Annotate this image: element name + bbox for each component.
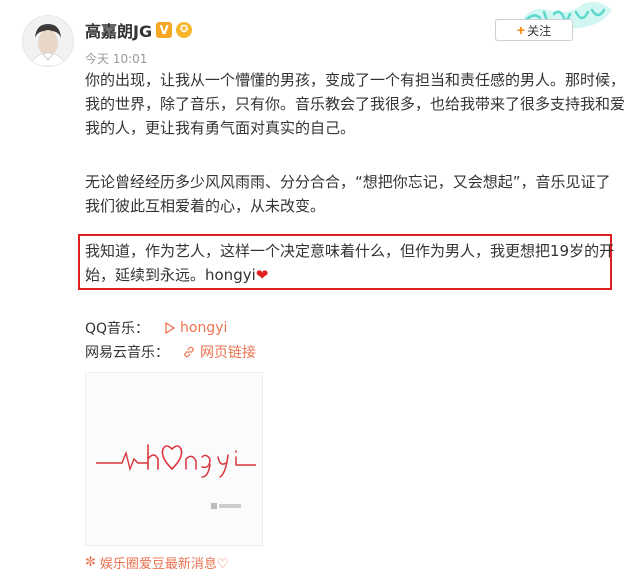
post-time[interactable]: 今天 10:01 (85, 50, 147, 67)
link-icon (184, 346, 194, 358)
verified-badge-icon: V (156, 22, 173, 38)
post-paragraph-3-wrapper: 我知道，作为艺人，这样一个决定意味着什么，但作为男人，我更想把19岁的开始，延续… (85, 239, 625, 287)
qq-music-link[interactable]: hongyi (165, 320, 227, 336)
qq-music-label: QQ音乐： (85, 321, 150, 337)
follow-button[interactable]: + 关注 (495, 19, 573, 41)
plus-icon: + (516, 22, 526, 38)
heart-icon: ❤ (255, 266, 269, 284)
netease-music-link-text: 网页链接 (200, 345, 256, 361)
flower-icon: ✼ (85, 555, 96, 570)
post-paragraph-1: 你的出现，让我从一个懵懂的男孩，变成了一个有担当和责任感的男人。那时候，我的世界… (85, 71, 626, 137)
post-paragraph-2: 无论曾经经历多少风风雨雨、分分合合，“想把你忘记，又会想起”，音乐见证了我们彼此… (85, 173, 611, 215)
medal-icon: ✪ (176, 22, 193, 38)
netease-music-link[interactable]: 网页链接 (183, 342, 256, 362)
post-paragraph-3: 我知道，作为艺人，这样一个决定意味着什么，但作为男人，我更想把19岁的开始，延续… (85, 242, 615, 284)
netease-music-row: 网易云音乐： 网页链接 (85, 342, 256, 362)
qq-music-row: QQ音乐： hongyi (85, 318, 227, 338)
post-image[interactable] (85, 372, 263, 546)
avatar[interactable] (22, 15, 74, 67)
qq-music-link-text: hongyi (180, 320, 228, 336)
caption-text: 娱乐圈爱豆最新消息♡ (99, 557, 229, 572)
play-icon (165, 322, 175, 334)
netease-music-label: 网易云音乐： (85, 345, 169, 361)
caption: ✼ 娱乐圈爱豆最新消息♡ (85, 553, 229, 572)
username-link[interactable]: 高嘉朗JG (85, 18, 152, 42)
follow-button-label: 关注 (527, 23, 552, 38)
username-row: 高嘉朗JG V ✪ (85, 18, 193, 42)
